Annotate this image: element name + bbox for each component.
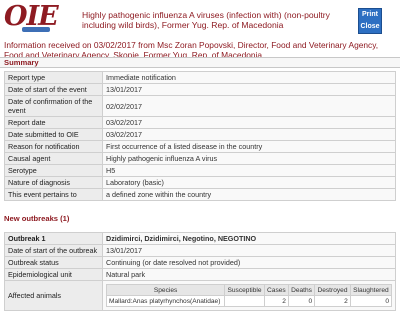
animals-row: Mallard:Anas platyrhynchos(Anatidae) 2 0… (105, 295, 393, 307)
summary-row: This event pertains to a defined zone wit… (4, 188, 396, 201)
page-title: Highly pathogenic influenza A viruses (i… (82, 10, 330, 30)
destroyed-cell: 2 (314, 295, 351, 307)
oie-logo: OIE (4, 1, 74, 33)
affected-animals-cell: Species Susceptible Cases Deaths Destroy… (102, 280, 396, 311)
outbreak-value: Natural park (102, 268, 396, 281)
col-deaths: Deaths (287, 284, 316, 296)
summary-value: Laboratory (basic) (102, 176, 396, 189)
summary-label: Serotype (4, 164, 103, 177)
summary-value: Highly pathogenic influenza A virus (102, 152, 396, 165)
summary-value: a defined zone within the country (102, 188, 396, 201)
summary-row: Causal agent Highly pathogenic influenza … (4, 152, 396, 165)
outbreak-row: Affected animals Species Susceptible Cas… (4, 280, 396, 311)
outbreak-row: Epidemiological unit Natural park (4, 268, 396, 281)
summary-label: Nature of diagnosis (4, 176, 103, 189)
print-close-button[interactable]: Print Close (358, 8, 382, 34)
outbreak-row: Date of start of the outbreak 13/01/2017 (4, 244, 396, 257)
outbreak-value: 13/01/2017 (102, 244, 396, 257)
outbreak-row: Outbreak status Continuing (or date resol… (4, 256, 396, 269)
affected-animals-label: Affected animals (4, 280, 103, 311)
summary-row: Date of confirmation of the event 02/02/2… (4, 95, 396, 117)
summary-row: Reason for notification First occurrence … (4, 140, 396, 153)
outbreak-label: Outbreak 1 (4, 232, 103, 245)
outbreak-table: Outbreak 1 Dzidimirci, Dzidimirci, Negoti… (4, 232, 396, 311)
col-species: Species (105, 284, 226, 296)
animals-header-row: Species Susceptible Cases Deaths Destroy… (105, 284, 393, 296)
page-header: OIE Highly pathogenic influenza A viruse… (0, 0, 400, 40)
print-label[interactable]: Print (359, 9, 381, 21)
outbreak-value: Dzidimirci, Dzidimirci, Negotino, NEGOTI… (102, 232, 396, 245)
outbreak-row: Outbreak 1 Dzidimirci, Dzidimirci, Negoti… (4, 232, 396, 245)
summary-label: Date of confirmation of the event (4, 95, 103, 117)
summary-label: Date submitted to OIE (4, 128, 103, 141)
outbreak-label: Date of start of the outbreak (4, 244, 103, 257)
col-cases: Cases (263, 284, 289, 296)
deaths-cell: 0 (287, 295, 316, 307)
col-susceptible: Susceptible (224, 284, 265, 296)
outbreak-label: Epidemiological unit (4, 268, 103, 281)
summary-heading: Summary (0, 57, 400, 68)
summary-row: Date of start of the event 13/01/2017 (4, 83, 396, 96)
summary-table: Report type Immediate notification Date o… (4, 71, 396, 201)
summary-value: 02/02/2017 (102, 95, 396, 117)
summary-label: This event pertains to (4, 188, 103, 201)
summary-value: First occurrence of a listed disease in … (102, 140, 396, 153)
col-destroyed: Destroyed (314, 284, 351, 296)
outbreak-label: Outbreak status (4, 256, 103, 269)
summary-value: 03/02/2017 (102, 116, 396, 129)
summary-row: Report type Immediate notification (4, 71, 396, 84)
col-slaughtered: Slaughtered (349, 284, 393, 296)
summary-value: 03/02/2017 (102, 128, 396, 141)
close-label[interactable]: Close (359, 21, 381, 33)
species-cell: Mallard:Anas platyrhynchos(Anatidae) (105, 295, 226, 307)
animals-table: Species Susceptible Cases Deaths Destroy… (105, 284, 393, 307)
summary-label: Date of start of the event (4, 83, 103, 96)
summary-label: Causal agent (4, 152, 103, 165)
summary-value: 13/01/2017 (102, 83, 396, 96)
susceptible-cell (224, 295, 265, 307)
cases-cell: 2 (263, 295, 289, 307)
outbreak-value: Continuing (or date resolved not provide… (102, 256, 396, 269)
summary-row: Date submitted to OIE 03/02/2017 (4, 128, 396, 141)
summary-row: Report date 03/02/2017 (4, 116, 396, 129)
new-outbreaks-heading: New outbreaks (1) (0, 214, 400, 225)
summary-label: Report date (4, 116, 103, 129)
slaughtered-cell: 0 (349, 295, 393, 307)
summary-label: Report type (4, 71, 103, 84)
logo-band (22, 27, 50, 32)
summary-label: Reason for notification (4, 140, 103, 153)
summary-row: Nature of diagnosis Laboratory (basic) (4, 176, 396, 189)
summary-row: Serotype H5 (4, 164, 396, 177)
summary-value: Immediate notification (102, 71, 396, 84)
summary-value: H5 (102, 164, 396, 177)
